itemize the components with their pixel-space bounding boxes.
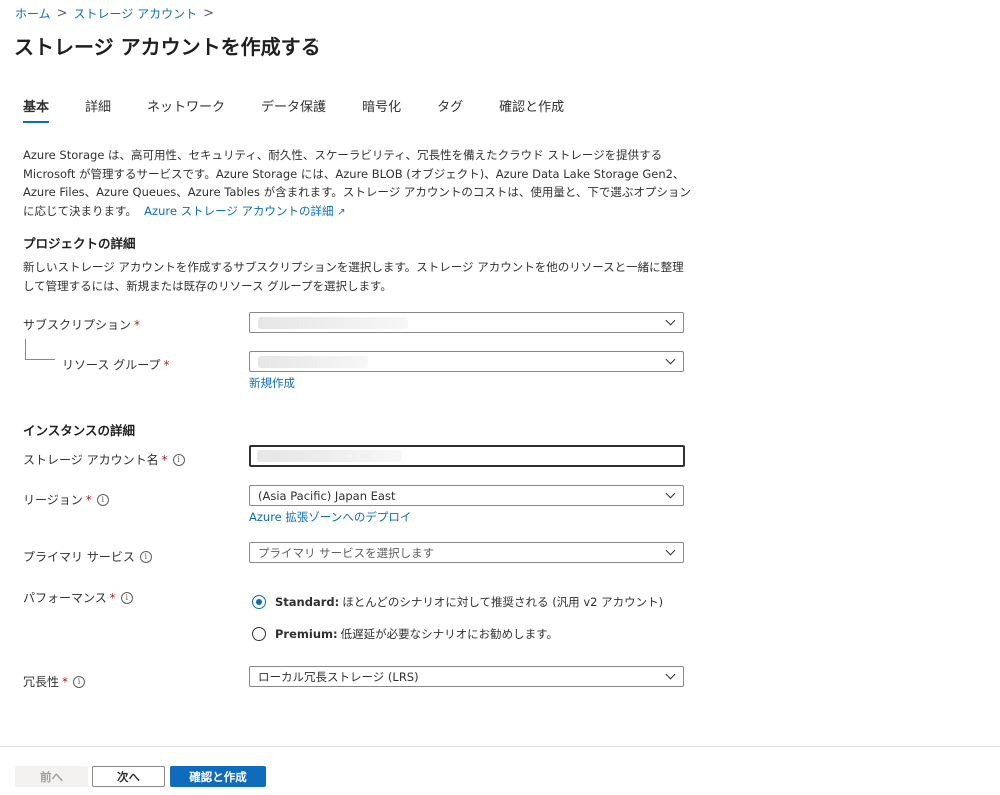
resource-group-label-text: リソース グループ	[62, 358, 161, 372]
required-asterisk: *	[134, 317, 141, 332]
learn-more-link[interactable]: Azure ストレージ アカウントの詳細 ↗	[141, 204, 346, 218]
redundancy-label-text: 冗長性	[23, 675, 60, 689]
performance-premium-radio[interactable]: Premium: 低遅延が必要なシナリオにお勧めします。	[252, 626, 558, 642]
storage-account-name-value-redacted	[257, 450, 402, 462]
breadcrumb-home[interactable]: ホーム	[15, 5, 51, 22]
redundancy-label: 冗長性 * i	[23, 673, 86, 690]
tab-tags[interactable]: タグ	[437, 96, 463, 123]
required-asterisk: *	[85, 492, 92, 507]
performance-label: パフォーマンス * i	[23, 589, 133, 606]
performance-standard-radio[interactable]: Standard: ほとんどのシナリオに対して推奨される (汎用 v2 アカウン…	[252, 594, 663, 610]
intro-description: Azure Storage は、高可用性、セキュリティ、耐久性、スケーラビリティ…	[23, 146, 693, 222]
radio-unchecked-icon[interactable]	[252, 627, 266, 641]
footer-divider	[0, 746, 1000, 747]
info-icon[interactable]: i	[120, 591, 133, 604]
chevron-down-icon	[665, 669, 676, 680]
premium-option-name: Premium:	[275, 627, 338, 641]
primary-service-label: プライマリ サービス i	[23, 548, 152, 565]
premium-option-description: 低遅延が必要なシナリオにお勧めします。	[340, 627, 558, 641]
chevron-down-icon	[665, 488, 676, 499]
primary-service-label-text: プライマリ サービス	[23, 550, 135, 564]
subscription-dropdown[interactable]	[249, 312, 684, 333]
tree-connector	[25, 339, 26, 359]
chevron-right-icon: >	[203, 6, 215, 21]
tab-networking[interactable]: ネットワーク	[147, 96, 225, 123]
intro-text: Azure Storage は、高可用性、セキュリティ、耐久性、スケーラビリティ…	[23, 148, 691, 218]
required-asterisk: *	[161, 452, 168, 467]
chevron-right-icon: >	[56, 6, 68, 21]
tab-data-protection[interactable]: データ保護	[261, 96, 326, 123]
breadcrumb-storage-accounts[interactable]: ストレージ アカウント	[74, 5, 198, 22]
redundancy-dropdown[interactable]: ローカル冗長ストレージ (LRS)	[249, 666, 684, 687]
primary-service-placeholder: プライマリ サービスを選択します	[258, 545, 435, 560]
required-asterisk: *	[109, 590, 116, 605]
learn-more-link-label[interactable]: Azure ストレージ アカウントの詳細	[144, 204, 333, 218]
previous-button[interactable]: 前へ	[15, 766, 88, 787]
project-details-description: 新しいストレージ アカウントを作成するサブスクリプションを選択します。ストレージ…	[23, 260, 684, 293]
primary-service-dropdown[interactable]: プライマリ サービスを選択します	[249, 542, 684, 563]
subscription-value-redacted	[258, 316, 408, 329]
standard-option-description: ほとんどのシナリオに対して推奨される (汎用 v2 アカウント)	[342, 595, 664, 609]
resource-group-dropdown[interactable]	[249, 351, 684, 372]
tree-connector	[25, 359, 55, 360]
instance-details-heading: インスタンスの詳細	[23, 423, 136, 438]
review-create-button[interactable]: 確認と作成	[170, 766, 266, 787]
tab-bar: 基本 詳細 ネットワーク データ保護 暗号化 タグ 確認と作成	[23, 96, 600, 123]
performance-label-text: パフォーマンス	[23, 591, 107, 605]
next-button[interactable]: 次へ	[92, 766, 165, 787]
required-asterisk: *	[62, 674, 69, 689]
tab-review-create[interactable]: 確認と作成	[499, 96, 564, 123]
chevron-down-icon	[665, 315, 676, 326]
redundancy-value: ローカル冗長ストレージ (LRS)	[258, 669, 419, 684]
page-title: ストレージ アカウントを作成する	[14, 35, 321, 59]
storage-account-name-label: ストレージ アカウント名 * i	[23, 451, 185, 468]
region-dropdown[interactable]: (Asia Pacific) Japan East	[249, 485, 684, 506]
region-value: (Asia Pacific) Japan East	[258, 488, 396, 503]
storage-account-name-label-text: ストレージ アカウント名	[23, 453, 159, 467]
subscription-label-text: サブスクリプション	[23, 318, 132, 332]
create-new-resource-group-link[interactable]: 新規作成	[249, 375, 295, 391]
more-options-icon[interactable]: ···	[304, 34, 320, 50]
chevron-down-icon	[665, 545, 676, 556]
radio-checked-icon[interactable]	[252, 595, 266, 609]
region-label: リージョン * i	[23, 491, 109, 508]
external-link-icon: ↗	[337, 206, 346, 218]
tab-basics[interactable]: 基本	[23, 96, 50, 123]
required-asterisk: *	[163, 357, 170, 372]
resource-group-value-redacted	[258, 355, 368, 368]
info-icon[interactable]: i	[73, 675, 86, 688]
resource-group-label: リソース グループ *	[62, 356, 170, 373]
info-icon[interactable]: i	[139, 550, 152, 563]
region-label-text: リージョン	[23, 493, 83, 507]
storage-account-name-input[interactable]	[249, 445, 685, 467]
chevron-down-icon	[665, 354, 676, 365]
tab-encryption[interactable]: 暗号化	[362, 96, 401, 123]
edge-zone-deploy-link[interactable]: Azure 拡張ゾーンへのデプロイ	[249, 509, 411, 525]
standard-option-name: Standard:	[275, 595, 340, 609]
breadcrumb: ホーム > ストレージ アカウント >	[15, 5, 214, 22]
tab-advanced[interactable]: 詳細	[85, 96, 111, 123]
info-icon[interactable]: i	[172, 453, 185, 466]
project-details-heading: プロジェクトの詳細	[23, 236, 136, 251]
info-icon[interactable]: i	[96, 493, 109, 506]
subscription-label: サブスクリプション *	[23, 316, 140, 333]
